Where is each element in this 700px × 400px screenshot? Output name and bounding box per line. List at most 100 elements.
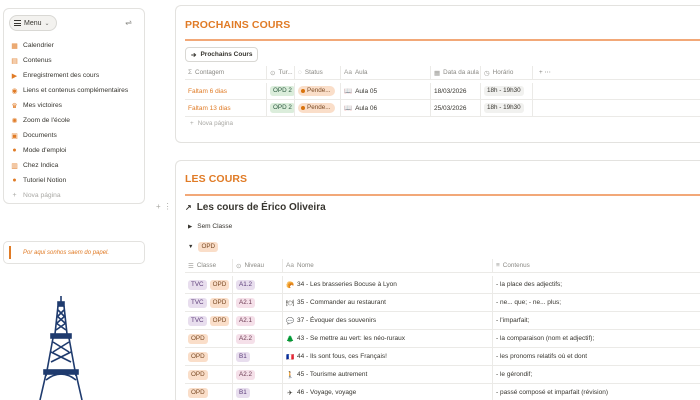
niveau-cell[interactable]: A2.1: [233, 312, 283, 329]
classe-cell[interactable]: OPD: [185, 330, 233, 347]
turma-cell[interactable]: OPD 2: [267, 100, 295, 116]
database-title[interactable]: ↗ Les cours de Érico Oliveira: [185, 202, 326, 213]
classe-cell[interactable]: OPD: [185, 366, 233, 383]
add-column-button[interactable]: + ⋯: [533, 66, 551, 79]
group-tag: OPD: [198, 242, 219, 252]
time-cell: 18h - 19h30: [481, 100, 533, 116]
aula-cell[interactable]: 📖 Aula 06: [341, 100, 431, 116]
turma-cell[interactable]: OPD 2: [267, 83, 295, 99]
niveau-cell[interactable]: A1.2: [233, 276, 283, 293]
sidebar-item[interactable]: ▣ Documents: [10, 128, 144, 143]
classe-cell[interactable]: TVC OPD: [185, 276, 233, 293]
column-header-label: Aula: [354, 69, 368, 76]
niveau-cell[interactable]: B1: [233, 384, 283, 400]
sidebar-item[interactable]: ● Tutoriel Notion: [10, 173, 144, 188]
niveau-cell[interactable]: A2.1: [233, 294, 283, 311]
sidebar-item[interactable]: ▥ Chez Indica: [10, 158, 144, 173]
niveau-cell[interactable]: A2.2: [233, 366, 283, 383]
course-name[interactable]: 45 - Tourisme autrement: [297, 371, 367, 378]
niveau-cell[interactable]: B1: [233, 348, 283, 365]
nome-cell[interactable]: 💬 37 - Évoquer des souvenirs: [283, 312, 493, 329]
table-row[interactable]: TVC OPD A2.1 🍽 35 - Commander au restaurant -…: [185, 294, 700, 312]
time-tag: 18h - 19h30: [484, 103, 524, 113]
course-name[interactable]: 43 - Se mettre au vert: les néo-ruraux: [297, 335, 405, 342]
contenus-text: - les pronoms relatifs où et dont: [496, 353, 588, 360]
menu-label: Menu: [24, 19, 42, 27]
column-header[interactable]: ☰ Classe: [185, 259, 233, 272]
niveau-cell[interactable]: A2.2: [233, 330, 283, 347]
column-header[interactable]: ◌ Status: [295, 66, 341, 79]
classe-tag: OPD: [209, 315, 230, 326]
sidebar-item[interactable]: ▶ Enregistrement des cours: [10, 68, 144, 83]
classe-cell[interactable]: OPD: [185, 384, 233, 400]
collapse-icon[interactable]: ⇌: [125, 18, 132, 27]
table-row[interactable]: OPD B1 ✈ 46 - Voyage, voyage - passé composé…: [185, 384, 700, 400]
niveau-tag: A1.2: [236, 279, 255, 290]
status-cell[interactable]: Pende...: [295, 83, 341, 99]
menu-button[interactable]: Menu ⌄: [9, 15, 57, 31]
classe-cell[interactable]: OPD: [185, 348, 233, 365]
aula-cell[interactable]: 📖 Aula 05: [341, 83, 431, 99]
sidebar-item[interactable]: ✺ Zoom de l'école: [10, 113, 144, 128]
status-cell[interactable]: Pende...: [295, 100, 341, 116]
course-name[interactable]: 44 - Ils sont fous, ces Français!: [297, 353, 387, 360]
course-name[interactable]: 34 - Les brasseries Bocuse à Lyon: [297, 281, 397, 288]
nome-cell[interactable]: 🥐 34 - Les brasseries Bocuse à Lyon: [283, 276, 493, 293]
group-opd[interactable]: ▼ OPD: [188, 242, 219, 252]
sidebar-item[interactable]: ♛ Mes victoires: [10, 98, 144, 113]
column-header[interactable]: ◷ Horário: [481, 66, 533, 79]
aula-link[interactable]: Aula 05: [355, 88, 377, 95]
classe-tag: OPD: [188, 351, 208, 362]
sidebar-new-page[interactable]: + Nova página: [10, 188, 144, 203]
niveau-tag: A2.2: [236, 333, 255, 344]
sidebar-item[interactable]: ▤ Contenus: [10, 53, 144, 68]
course-name[interactable]: 46 - Voyage, voyage: [297, 389, 356, 396]
aula-link[interactable]: Aula 06: [355, 105, 377, 112]
sidebar-item[interactable]: ● Mode d'emploi: [10, 143, 144, 158]
add-block-icon[interactable]: +: [156, 202, 161, 211]
arrow-right-icon: ➔: [191, 51, 197, 59]
course-name[interactable]: 35 - Commander au restaurant: [297, 299, 386, 306]
nome-cell[interactable]: 🇫🇷 44 - Ils sont fous, ces Français!: [283, 348, 493, 365]
column-header[interactable]: ⊙ Niveau: [233, 259, 283, 272]
sun-icon: ✺: [11, 117, 18, 125]
contenus-cell: - la comparaison (nom et adjectif);: [493, 330, 673, 347]
turma-tag: OPD 2: [270, 103, 294, 113]
table-row[interactable]: Faltam 13 dias OPD 2 Pende... 📖 Aula 06 25/03…: [185, 100, 700, 117]
table-row[interactable]: OPD A2.2 🌲 43 - Se mettre au vert: les néo-…: [185, 330, 700, 348]
course-emoji-icon: ✈: [287, 389, 293, 397]
view-tab-prochains-cours[interactable]: ➔ Prochains Cours: [185, 47, 259, 62]
classe-tag: TVC: [188, 315, 207, 326]
group-sem-classe[interactable]: ▶ Sem Classe: [188, 223, 232, 230]
table-row[interactable]: OPD A2.2 🚶 45 - Tourisme autrement - le géro…: [185, 366, 700, 384]
table-row[interactable]: TVC OPD A2.1 💬 37 - Évoquer des souvenirs - l…: [185, 312, 700, 330]
nome-cell[interactable]: 🍽 35 - Commander au restaurant: [283, 294, 493, 311]
column-header[interactable]: Σ Contagem: [185, 66, 267, 79]
hamburger-icon: [14, 19, 21, 28]
table-row[interactable]: OPD B1 🇫🇷 44 - Ils sont fous, ces Français!…: [185, 348, 700, 366]
table-row[interactable]: Faltam 6 dias OPD 2 Pende... 📖 Aula 05 18/03/…: [185, 83, 700, 100]
column-header[interactable]: ⊙ Tur...: [267, 66, 295, 79]
classe-tag: OPD: [188, 333, 208, 344]
nome-cell[interactable]: ✈ 46 - Voyage, voyage: [283, 384, 493, 400]
classe-cell[interactable]: TVC OPD: [185, 312, 233, 329]
status-dot: [301, 106, 305, 110]
course-name[interactable]: 37 - Évoquer des souvenirs: [297, 317, 376, 324]
title-divider: [185, 39, 700, 41]
course-emoji-icon: 💬: [286, 317, 295, 325]
sidebar-item[interactable]: ◉ Liens et contenus complémentaires: [10, 83, 144, 98]
column-header[interactable]: Aa Nome: [283, 259, 493, 272]
column-header[interactable]: Aa Aula: [341, 66, 431, 79]
table-row[interactable]: TVC OPD A1.2 🥐 34 - Les brasseries Bocuse à …: [185, 276, 700, 294]
column-header[interactable]: ▦ Data da aula: [431, 66, 481, 79]
new-page-button[interactable]: + Nova página: [190, 120, 233, 127]
course-emoji-icon: 🥐: [286, 281, 295, 289]
nome-cell[interactable]: 🌲 43 - Se mettre au vert: les néo-ruraux: [283, 330, 493, 347]
sidebar-item[interactable]: ▦ Calendrier: [10, 38, 144, 53]
classe-cell[interactable]: TVC OPD: [185, 294, 233, 311]
contenus-text: - passé composé et imparfait (révision): [496, 389, 608, 396]
column-header[interactable]: ≡ Contenus: [493, 259, 673, 272]
sidebar-item-label: Chez Indica: [23, 162, 59, 169]
document-icon: ▣: [11, 132, 18, 140]
nome-cell[interactable]: 🚶 45 - Tourisme autrement: [283, 366, 493, 383]
